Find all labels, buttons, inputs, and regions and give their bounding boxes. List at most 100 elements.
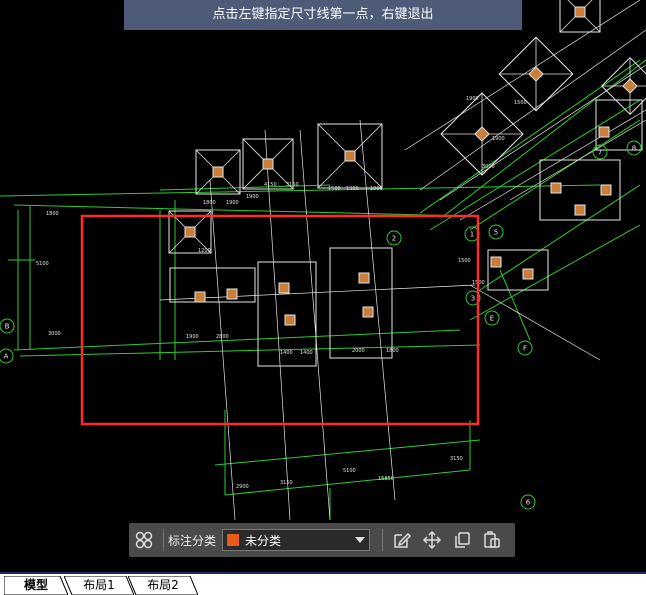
category-value: 未分类 <box>245 533 282 548</box>
dimension-label: 2800 <box>216 334 229 340</box>
category-label: 标注分类 <box>168 533 217 548</box>
prompt-text: 点击左键指定尺寸线第一点，右键退出 <box>212 7 434 22</box>
grid-line <box>209 179 236 521</box>
dimension-label: 1800 <box>46 211 59 217</box>
dimension-label: 16850 <box>378 476 394 482</box>
column-square <box>284 314 296 326</box>
grid-marker-label: 7 <box>598 149 602 157</box>
dimension-label: 1800 <box>386 348 399 354</box>
column-square <box>600 184 612 196</box>
dimension-label: 2000 <box>352 348 365 354</box>
dimension-label: 3000 <box>482 164 495 170</box>
grid-marker-label: 6 <box>526 499 531 507</box>
pile-cap <box>601 57 646 115</box>
axis-grid-lines <box>0 0 646 521</box>
grid-markers: B A 1 2 3 E F 5 6 7 8 <box>0 140 642 510</box>
dimension-label: 2900 <box>236 484 249 490</box>
pile-cap <box>317 123 383 189</box>
column-square <box>194 291 206 303</box>
dimension-label: 1400 <box>300 350 313 356</box>
dimension-label: 4150 <box>264 182 277 188</box>
grid-marker-label: 8 <box>632 145 636 153</box>
dimension-label: 3150 <box>450 456 463 462</box>
green-axis-line <box>479 184 641 291</box>
dimension-label: 1900 <box>226 200 239 206</box>
dimension-label: 1500 <box>514 100 527 106</box>
dimension-label: 1500 <box>458 258 471 264</box>
tab-model-label: 模型 <box>23 578 48 592</box>
dimension-label: 1900 <box>246 194 259 200</box>
grid-marker-label: B <box>5 323 10 331</box>
green-axis-line <box>429 99 641 231</box>
grid-marker-label: 1 <box>470 231 474 239</box>
annotation-toolbar: 标注分类 未分类 <box>129 523 515 557</box>
dimension-label: 1900 <box>466 96 479 102</box>
command-prompt: 点击左键指定尺寸线第一点，右键退出 <box>124 0 522 30</box>
selection-rectangle <box>80 214 480 426</box>
green-axis-line <box>13 204 471 217</box>
column-square <box>622 78 638 94</box>
paste-icon[interactable] <box>477 525 507 555</box>
grid-apps-icon[interactable] <box>129 525 159 555</box>
grid-marker-label: 3 <box>471 295 475 303</box>
dimension-label: 3000 <box>48 331 61 337</box>
category-color-swatch <box>227 534 240 546</box>
cad-drawing-canvas[interactable]: 1800 1900 1900 1200 4150 3150 1500 1900 1900 1800… <box>0 0 646 572</box>
copy-icon[interactable] <box>447 525 477 555</box>
grid-line <box>439 64 646 201</box>
column-square <box>262 158 274 170</box>
grid-line <box>469 284 601 361</box>
dimension-label: 5100 <box>343 468 356 474</box>
column-square <box>550 182 562 194</box>
tab-layout2-label: 布局2 <box>147 578 179 592</box>
strip-foundation <box>169 267 256 303</box>
category-select[interactable]: 未分类 <box>222 529 371 551</box>
tab-layout1-label: 布局1 <box>83 578 115 592</box>
column-square <box>362 306 374 318</box>
column-square <box>278 282 290 294</box>
edit-icon[interactable] <box>387 525 417 555</box>
dimension-label: 1500 <box>328 186 341 192</box>
layout-tab-bar: 模型 布局1 布局2 <box>0 572 646 595</box>
column-square <box>226 288 238 300</box>
dimension-label: 1900 <box>492 136 505 142</box>
toolbar-separator <box>382 529 384 551</box>
column-square <box>184 226 196 238</box>
dimension-label: 1900 <box>370 186 383 192</box>
dimension-label: 1900 <box>186 334 199 340</box>
grid-line <box>159 284 476 301</box>
foundations <box>168 0 646 367</box>
grid-marker-label: E <box>490 315 494 323</box>
column-square <box>490 256 502 268</box>
column-square <box>574 6 586 18</box>
grid-marker-label: F <box>523 345 527 353</box>
column-square <box>344 150 356 162</box>
dimension-label: 1900 <box>346 186 359 192</box>
grid-marker-label: A <box>4 353 9 361</box>
strip-foundation <box>487 249 549 291</box>
dimension-label: 1800 <box>203 200 216 206</box>
dimension-label: 3150 <box>286 182 299 188</box>
pile-cap <box>498 36 574 112</box>
grid-marker-label: 5 <box>494 229 498 237</box>
tab-layout2[interactable]: 布局2 <box>128 576 198 595</box>
column-square <box>474 126 490 142</box>
column-square <box>358 272 370 284</box>
column-square <box>598 126 610 138</box>
pile-cap <box>195 149 241 195</box>
pile-cap <box>559 0 601 33</box>
strip-foundation <box>329 247 393 359</box>
column-square <box>522 268 534 280</box>
grid-marker-label: 2 <box>392 235 396 243</box>
tab-model[interactable]: 模型 <box>4 576 68 595</box>
column-square <box>528 66 544 82</box>
strip-foundation <box>595 99 643 151</box>
tab-layout1[interactable]: 布局1 <box>64 576 134 595</box>
green-axis-line <box>214 439 481 466</box>
chevron-down-icon <box>355 537 366 543</box>
column-square <box>574 204 586 216</box>
dimension-label: 5100 <box>36 261 49 267</box>
move-icon[interactable] <box>417 525 447 555</box>
dimension-label: 3150 <box>280 480 293 486</box>
dimension-label: 1200 <box>198 248 211 254</box>
